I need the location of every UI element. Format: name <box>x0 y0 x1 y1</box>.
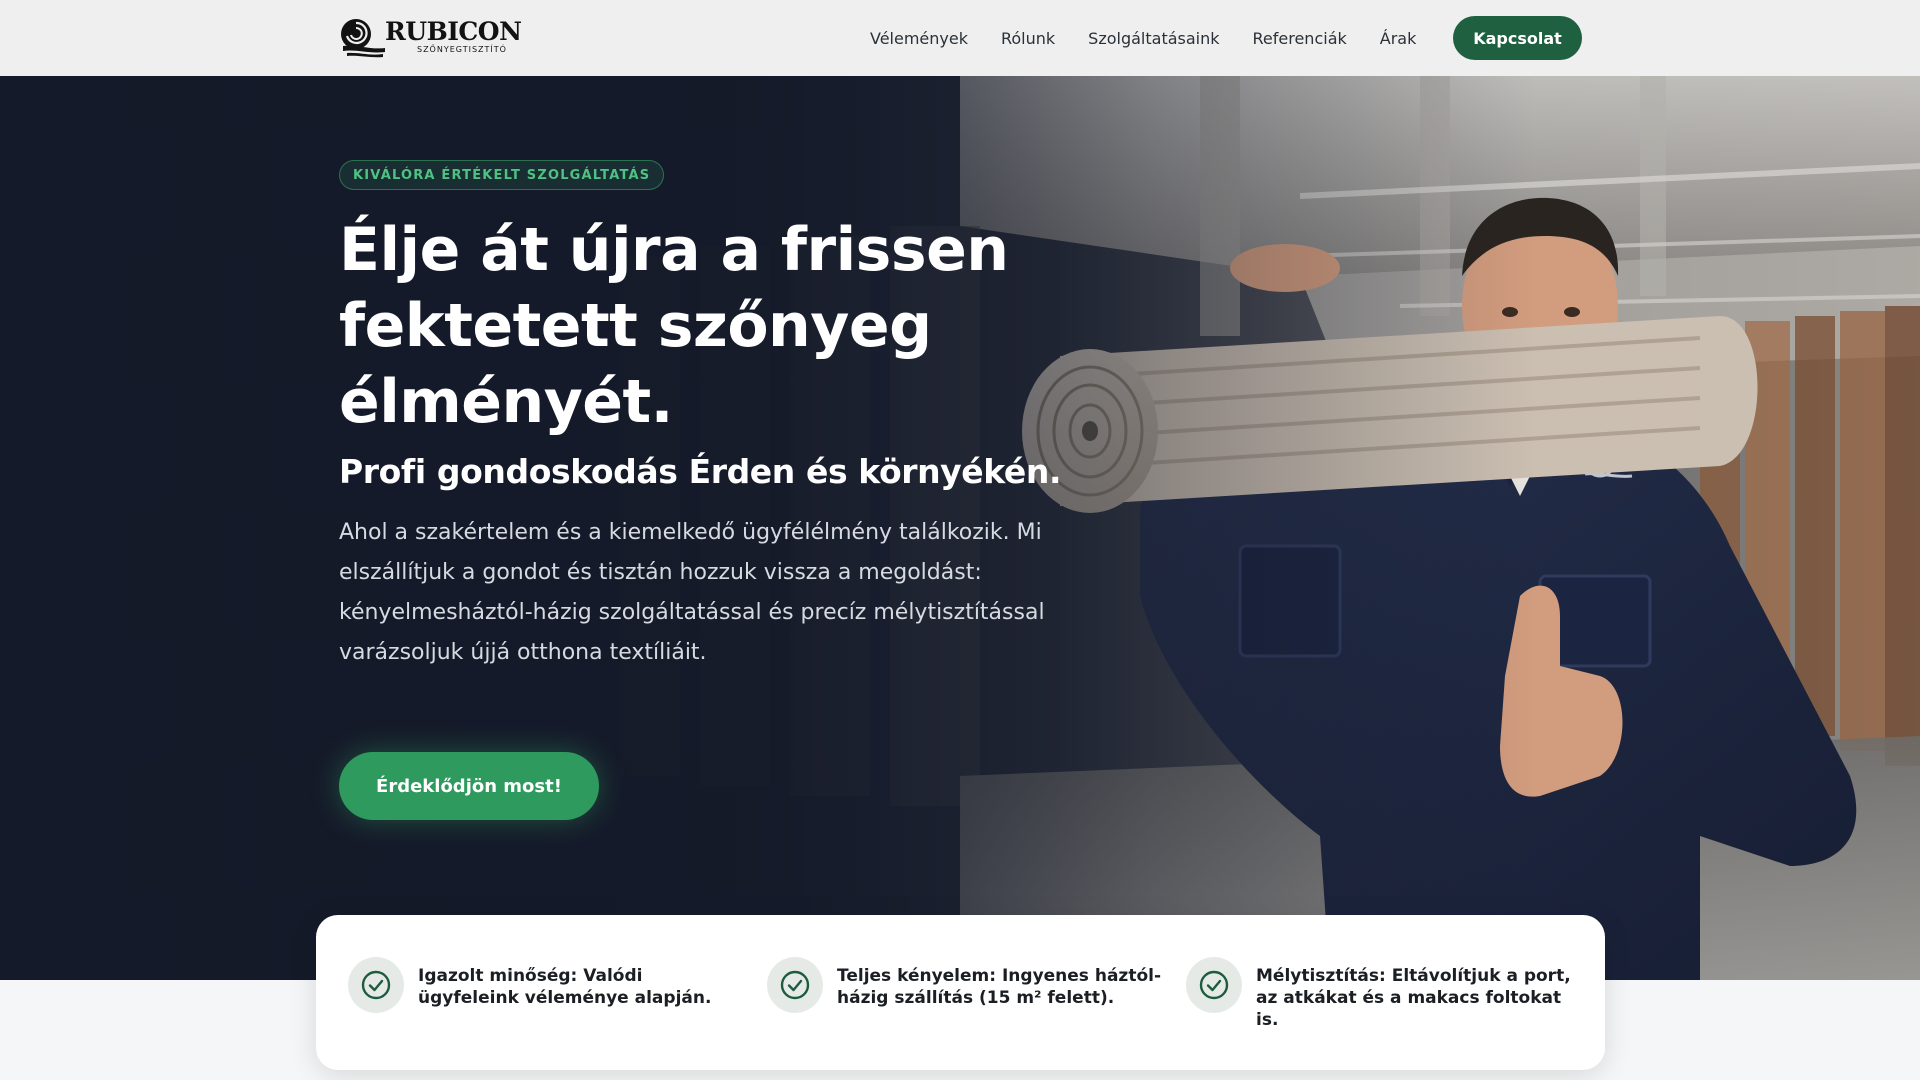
hero-section: KIVÁLÓRA ÉRTÉKELT SZOLGÁLTATÁS Élje át ú… <box>0 76 1920 980</box>
nav-link-velemenyek[interactable]: Vélemények <box>870 29 968 48</box>
hero-title-line-1: Élje át újra a frissen <box>339 215 1009 285</box>
hero-content: KIVÁLÓRA ÉRTÉKELT SZOLGÁLTATÁS Élje át ú… <box>339 160 1139 673</box>
feature-item: Teljes kényelem: Ingyenes háztól-házig s… <box>767 957 1186 1070</box>
logo-wordmark: RUBICON SZŐNYEGTISZTÍTÓ <box>385 16 522 54</box>
hero-title-line-2: fektetett szőnyeg <box>339 291 932 361</box>
logo-tagline: SZŐNYEGTISZTÍTÓ <box>417 44 507 54</box>
hero-description: Ahol a szakértelem és a kiemelkedő ügyfé… <box>339 520 1045 665</box>
logo-name: RUBICON <box>385 16 522 46</box>
hero-title-line-3: élményét. <box>339 367 673 437</box>
hero-title: Élje át újra a frissen fektetett szőnyeg… <box>339 212 1139 440</box>
top-navbar: RUBICON SZŐNYEGTISZTÍTÓ Vélemények Rólun… <box>0 0 1920 76</box>
main-navigation: Vélemények Rólunk Szolgáltatásaink Refer… <box>870 0 1449 76</box>
check-circle-icon <box>348 957 404 1013</box>
feature-item: Mélytisztítás: Eltávolítjuk a port, az a… <box>1186 957 1605 1070</box>
nav-link-rolunk[interactable]: Rólunk <box>1001 29 1055 48</box>
features-card: Igazolt minőség: Valódi ügyfeleink vélem… <box>316 915 1605 1070</box>
rubicon-logo-icon <box>341 19 385 58</box>
hero-subtitle: Profi gondoskodás Érden és környékén. <box>339 452 1062 491</box>
feature-item: Igazolt minőség: Valódi ügyfeleink vélem… <box>348 957 767 1070</box>
check-circle-icon <box>1186 957 1242 1013</box>
nav-link-referenciak[interactable]: Referenciák <box>1253 29 1347 48</box>
nav-link-arak[interactable]: Árak <box>1380 29 1417 48</box>
feature-text: Teljes kényelem: Ingyenes háztól-házig s… <box>837 966 1162 1008</box>
feature-text: Igazolt minőség: Valódi ügyfeleink vélem… <box>418 966 712 1008</box>
contact-button[interactable]: Kapcsolat <box>1453 16 1582 60</box>
check-circle-icon <box>767 957 823 1013</box>
brand-logo[interactable]: RUBICON SZŐNYEGTISZTÍTÓ <box>339 14 522 58</box>
inquire-now-button[interactable]: Érdeklődjön most! <box>339 752 599 820</box>
nav-link-szolgaltatasaink[interactable]: Szolgáltatásaink <box>1088 29 1219 48</box>
rating-badge: KIVÁLÓRA ÉRTÉKELT SZOLGÁLTATÁS <box>339 160 665 190</box>
feature-text: Mélytisztítás: Eltávolítjuk a port, az a… <box>1256 966 1571 1030</box>
